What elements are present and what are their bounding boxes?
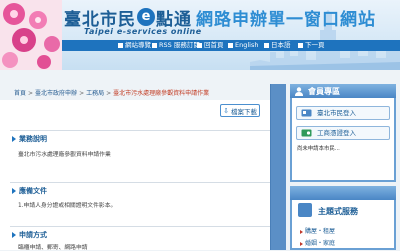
section-heading-documents: 應備文件 <box>12 186 47 196</box>
person-icon <box>295 87 303 96</box>
site-banner: 臺北市民 e 點通 網路申辦單一窗口網站 Taipei e-services o… <box>0 0 400 70</box>
section-arrow-icon <box>12 232 16 238</box>
triangle-bullet-icon <box>300 229 303 234</box>
section-arrow-icon <box>12 188 16 194</box>
section-text-description: 臺北市污水處理廠參觀資料申請作業 <box>18 152 111 158</box>
nav-link-rss[interactable]: RSS 服務訂閱 <box>152 40 200 51</box>
square-bullet-icon <box>197 42 202 48</box>
site-title-part3: 網路申辦單一窗口網站 <box>196 9 376 30</box>
topic-panel-header <box>290 186 396 200</box>
member-note[interactable]: 尚未申請本市民... <box>297 145 389 153</box>
breadcrumb: 首頁 > 臺北市政府申辦 > 工務局 > 臺北市污水處理廠參觀資料申請作業 <box>14 90 210 97</box>
main-content <box>0 100 284 250</box>
topic-icon <box>298 203 312 217</box>
section-arrow-icon <box>12 136 16 142</box>
site-title-part2: 點通 <box>156 9 192 30</box>
square-bullet-icon <box>118 42 123 48</box>
square-bullet-icon <box>264 42 269 48</box>
site-title[interactable]: 臺北市民 e 點通 網路申辦單一窗口網站 <box>64 6 376 30</box>
divider <box>10 226 276 227</box>
divider <box>10 130 276 131</box>
download-button[interactable]: ⇩ 檔案下載 <box>220 104 260 117</box>
nav-link-japanese[interactable]: 日本語 <box>264 40 291 51</box>
breadcrumb-home[interactable]: 首頁 <box>14 90 26 97</box>
topic-item-family[interactable]: 婚姻・家庭 <box>300 238 335 247</box>
certificate-icon <box>301 129 312 137</box>
section-text-documents: 1.申請人身分證或相關證明文件影本。 <box>18 203 117 209</box>
section-heading-description: 業務說明 <box>12 134 47 144</box>
citizen-login-button[interactable]: 臺北市民登入 <box>296 106 390 120</box>
download-label: 檔案下載 <box>230 107 257 116</box>
breadcrumb-current: 臺北市污水處理廠參觀資料申請作業 <box>113 90 210 97</box>
id-card-icon <box>301 109 312 117</box>
square-bullet-icon <box>228 42 233 48</box>
scroll-divider-bar <box>270 84 286 250</box>
member-panel-title: 會員專區 <box>308 87 340 96</box>
flower-decoration <box>0 0 62 70</box>
square-bullet-icon <box>298 42 303 48</box>
nav-link-sitemap[interactable]: 網站導覽 <box>118 40 151 51</box>
site-title-part1: 臺北市民 <box>64 9 136 30</box>
certificate-login-button[interactable]: 工商憑證登入 <box>296 126 390 140</box>
e-logo-icon: e <box>137 8 155 26</box>
section-heading-method: 申請方式 <box>12 230 47 240</box>
square-bullet-icon <box>152 42 157 48</box>
nav-link-english[interactable]: English <box>228 40 258 51</box>
nav-link-next[interactable]: 下一頁 <box>298 40 325 51</box>
triangle-bullet-icon <box>300 241 303 246</box>
nav-link-home[interactable]: 回首頁 <box>197 40 224 51</box>
topic-item-housing[interactable]: 購屋・租屋 <box>300 226 335 235</box>
breadcrumb-dept[interactable]: 工務局 <box>86 90 104 97</box>
topic-panel-title: 主題式服務 <box>318 207 358 216</box>
divider <box>10 182 276 183</box>
site-subtitle: Taipei e-services online <box>84 27 202 36</box>
member-panel-header <box>290 84 396 98</box>
breadcrumb-gov[interactable]: 臺北市政府申辦 <box>35 90 77 97</box>
download-icon: ⇩ <box>223 106 229 115</box>
